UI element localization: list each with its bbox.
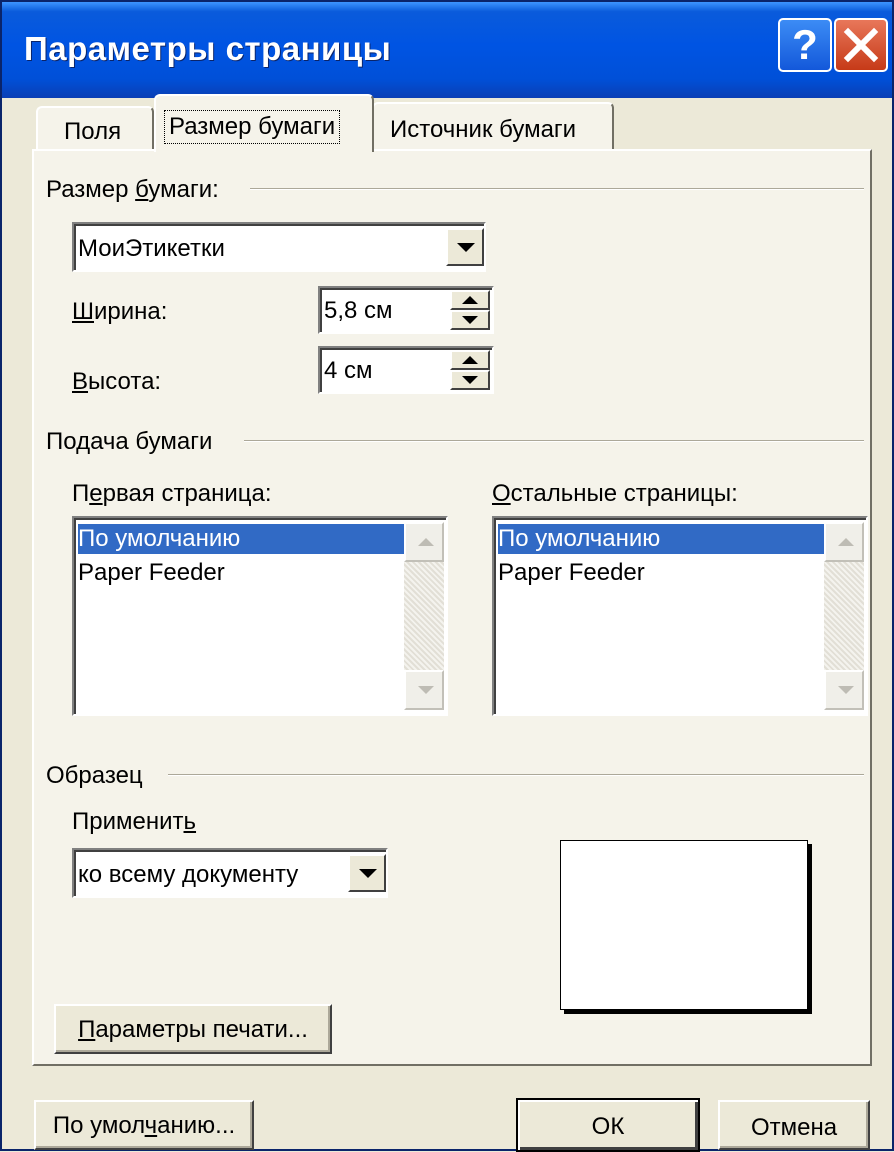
default-button[interactable]: По умолчанию... — [34, 1100, 254, 1150]
scroll-up-icon[interactable] — [824, 522, 864, 562]
list-item[interactable]: Paper Feeder — [498, 558, 645, 588]
first-page-label: Первая страница: — [72, 480, 272, 507]
tab-margins-label: Поля — [64, 118, 122, 145]
print-options-button[interactable]: Параметры печати... — [54, 1004, 332, 1054]
paper-size-value: МоиЭтикетки — [78, 235, 225, 262]
preview-group-label: Образец — [46, 762, 143, 789]
other-pages-list[interactable]: По умолчанию Paper Feeder — [492, 516, 868, 716]
tab-margins[interactable]: Поля — [36, 106, 154, 152]
width-field[interactable]: 5,8 см — [318, 286, 494, 334]
page-preview — [560, 840, 808, 1010]
width-spinner[interactable] — [450, 290, 490, 330]
height-value: 4 см — [324, 357, 373, 384]
scroll-down-icon[interactable] — [404, 670, 444, 710]
group-divider — [168, 774, 864, 776]
spin-down-icon[interactable] — [450, 370, 490, 390]
list-item[interactable]: Paper Feeder — [78, 558, 225, 588]
apply-to-value: ко всему документу — [78, 861, 299, 888]
chevron-down-icon[interactable] — [348, 854, 386, 892]
scrollbar[interactable] — [404, 522, 444, 710]
help-button[interactable]: ? — [778, 18, 832, 72]
scroll-up-icon[interactable] — [404, 522, 444, 562]
width-label: Ширина: — [72, 298, 168, 325]
chevron-down-icon[interactable] — [446, 228, 484, 266]
paper-size-select[interactable]: МоиЭтикетки — [72, 222, 486, 272]
list-item[interactable]: По умолчанию — [498, 524, 826, 554]
spin-up-icon[interactable] — [450, 290, 490, 310]
tab-paper-size-label: Размер бумаги — [164, 110, 341, 144]
tab-paper-source[interactable]: Источник бумаги — [372, 102, 614, 152]
page-setup-dialog: Параметры страницы ? Поля Источник бумаг… — [0, 0, 894, 1152]
paper-source-group-label: Подача бумаги — [46, 428, 213, 455]
height-spinner[interactable] — [450, 350, 490, 390]
tab-paper-source-label: Источник бумаги — [390, 116, 577, 143]
spin-up-icon[interactable] — [450, 350, 490, 370]
close-icon — [843, 27, 879, 63]
close-button[interactable] — [834, 18, 888, 72]
paper-size-group-label: Размер бумаги: — [46, 176, 219, 203]
other-pages-label: Остальные страницы: — [492, 480, 738, 507]
height-label: Высота: — [72, 368, 162, 395]
height-field[interactable]: 4 см — [318, 346, 494, 394]
list-item[interactable]: По умолчанию — [78, 524, 406, 554]
scrollbar[interactable] — [824, 522, 864, 710]
group-divider — [250, 188, 864, 190]
group-divider — [244, 440, 864, 442]
window-title: Параметры страницы — [24, 30, 392, 67]
apply-to-label: Применить — [72, 808, 197, 835]
ok-button[interactable]: ОК — [516, 1098, 700, 1152]
apply-to-select[interactable]: ко всему документу — [72, 848, 388, 898]
first-page-list[interactable]: По умолчанию Paper Feeder — [72, 516, 448, 716]
spin-down-icon[interactable] — [450, 310, 490, 330]
width-value: 5,8 см — [324, 297, 393, 324]
cancel-button[interactable]: Отмена — [718, 1100, 870, 1150]
help-icon: ? — [792, 21, 818, 68]
scroll-down-icon[interactable] — [824, 670, 864, 710]
title-bar[interactable]: Параметры страницы ? — [2, 2, 892, 98]
tab-paper-size[interactable]: Размер бумаги — [154, 94, 374, 152]
